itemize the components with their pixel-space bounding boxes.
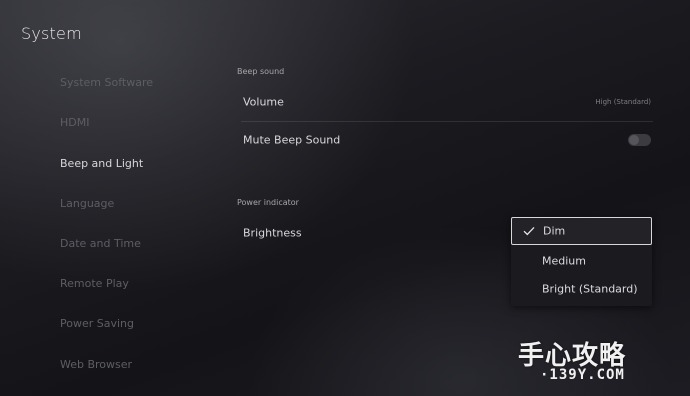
brightness-dropdown: Dim Medium Bright (Standard) <box>511 217 652 306</box>
brightness-option-medium[interactable]: Medium <box>511 247 652 275</box>
settings-sidebar: System Software HDMI Beep and Light Lang… <box>0 0 210 396</box>
checkmark-icon <box>523 226 535 236</box>
sidebar-item-power-saving[interactable]: Power Saving <box>60 317 134 330</box>
watermark-url: ·139Y.COM <box>540 367 625 383</box>
sidebar-item-beep-and-light[interactable]: Beep and Light <box>60 157 143 170</box>
sidebar-item-date-and-time[interactable]: Date and Time <box>60 237 141 250</box>
volume-label: Volume <box>243 95 284 109</box>
sidebar-item-remote-play[interactable]: Remote Play <box>60 277 129 290</box>
brightness-option-label: Bright (Standard) <box>542 282 638 296</box>
power-indicator-section-label: Power indicator <box>237 198 299 207</box>
brightness-option-label: Dim <box>543 224 566 238</box>
mute-beep-sound-toggle[interactable] <box>628 134 651 146</box>
sidebar-item-web-browser[interactable]: Web Browser <box>60 358 132 371</box>
sidebar-item-system-software[interactable]: System Software <box>60 76 153 89</box>
mute-beep-sound-row[interactable]: Mute Beep Sound <box>237 122 653 158</box>
toggle-knob <box>629 135 639 145</box>
brightness-label: Brightness <box>243 226 302 240</box>
mute-beep-sound-label: Mute Beep Sound <box>243 133 341 147</box>
brightness-option-dim[interactable]: Dim <box>511 217 652 245</box>
volume-value: High (Standard) <box>595 98 651 106</box>
brightness-option-label: Medium <box>542 254 586 268</box>
watermark: 手心攻略 ·139Y.COM <box>518 335 686 389</box>
volume-setting-row[interactable]: Volume High (Standard) <box>237 84 653 120</box>
beep-sound-section-label: Beep sound <box>237 67 285 76</box>
sidebar-item-hdmi[interactable]: HDMI <box>60 116 89 129</box>
sidebar-item-language[interactable]: Language <box>60 197 114 210</box>
brightness-option-bright-standard[interactable]: Bright (Standard) <box>511 275 652 303</box>
